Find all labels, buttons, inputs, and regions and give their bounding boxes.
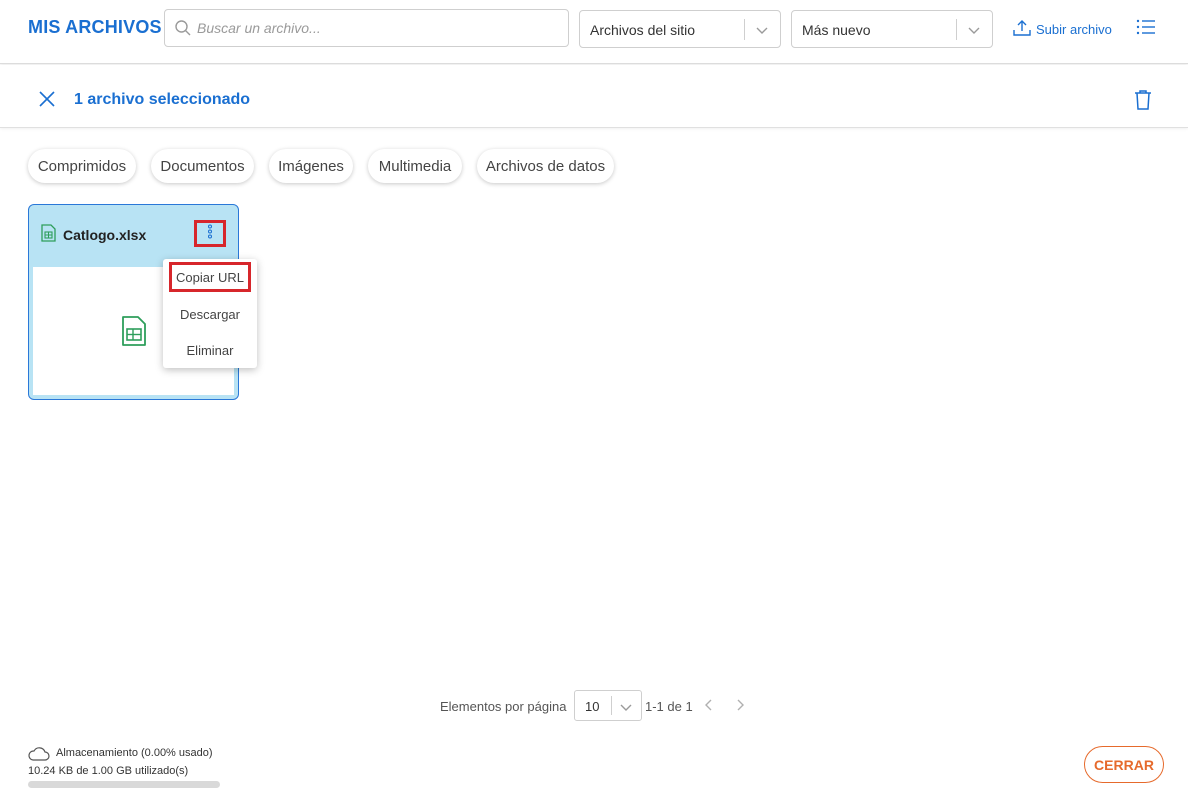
cloud-icon [28, 746, 50, 767]
kebab-menu-icon [207, 224, 213, 244]
chevron-down-icon [967, 23, 981, 41]
trash-icon[interactable] [1133, 89, 1153, 116]
items-per-page-select[interactable]: 10 [574, 690, 642, 721]
select-divider [611, 696, 612, 715]
search-box[interactable] [164, 9, 569, 47]
filter-chip-label: Imágenes [278, 157, 344, 175]
filter-chip-images[interactable]: Imágenes [269, 149, 353, 183]
list-view-icon[interactable] [1136, 18, 1156, 41]
chevron-left-icon[interactable] [703, 698, 715, 717]
storage-title: Almacenamiento (0.00% usado) [56, 747, 213, 759]
spreadsheet-file-icon [41, 224, 56, 247]
page-title: MIS ARCHIVOS [28, 17, 162, 37]
search-input[interactable] [197, 10, 562, 46]
filter-chip-label: Archivos de datos [485, 157, 606, 175]
filter-chip-documents[interactable]: Documentos [151, 149, 254, 183]
chevron-right-icon[interactable] [734, 698, 746, 717]
menu-item-copy-url[interactable]: Copiar URL [169, 262, 251, 292]
search-icon [174, 19, 192, 42]
selection-count: 1 archivo seleccionado [74, 91, 251, 108]
file-name: Catlogo.xlsx [63, 227, 147, 243]
filter-chip-data-files[interactable]: Archivos de datos [477, 149, 614, 183]
close-icon[interactable] [38, 90, 56, 113]
storage-progress-bar [28, 781, 220, 788]
spreadsheet-file-icon [121, 315, 147, 352]
file-card-header: Catlogo.xlsx [29, 205, 238, 267]
items-per-page-value: 10 [585, 699, 600, 714]
page-range: 1-1 de 1 [645, 699, 693, 714]
select-divider [956, 19, 957, 40]
header-bar: MIS ARCHIVOS Archivos del sitio Más nuev… [0, 0, 1188, 64]
file-context-menu: Copiar URL Descargar Eliminar [163, 259, 257, 368]
filter-chip-compressed[interactable]: Comprimidos [28, 149, 136, 183]
menu-item-delete[interactable]: Eliminar [163, 335, 257, 365]
menu-item-download[interactable]: Descargar [163, 299, 257, 329]
sort-select-value: Más nuevo [802, 22, 871, 38]
filter-chip-label: Multimedia [378, 157, 452, 175]
filter-chip-label: Comprimidos [37, 157, 127, 175]
upload-file-label: Subir archivo [1036, 21, 1112, 37]
items-per-page-label: Elementos por página [440, 699, 567, 714]
filter-chip-multimedia[interactable]: Multimedia [368, 149, 462, 183]
upload-file-button[interactable]: Subir archivo [1012, 17, 1112, 41]
file-options-button[interactable] [194, 220, 226, 247]
scope-select-value: Archivos del sitio [590, 22, 696, 38]
chevron-down-icon [755, 23, 769, 41]
selection-bar: 1 archivo seleccionado [0, 65, 1188, 128]
storage-used: 10.24 KB de 1.00 GB utilizado(s) [28, 765, 189, 777]
file-manager-page: MIS ARCHIVOS Archivos del sitio Más nuev… [0, 0, 1188, 796]
filter-chip-label: Documentos [160, 157, 245, 175]
select-divider [744, 19, 745, 40]
chevron-down-icon [619, 700, 633, 718]
close-button[interactable]: CERRAR [1084, 746, 1164, 783]
scope-select[interactable]: Archivos del sitio [579, 10, 781, 48]
sort-select[interactable]: Más nuevo [791, 10, 993, 48]
upload-icon [1012, 18, 1032, 41]
